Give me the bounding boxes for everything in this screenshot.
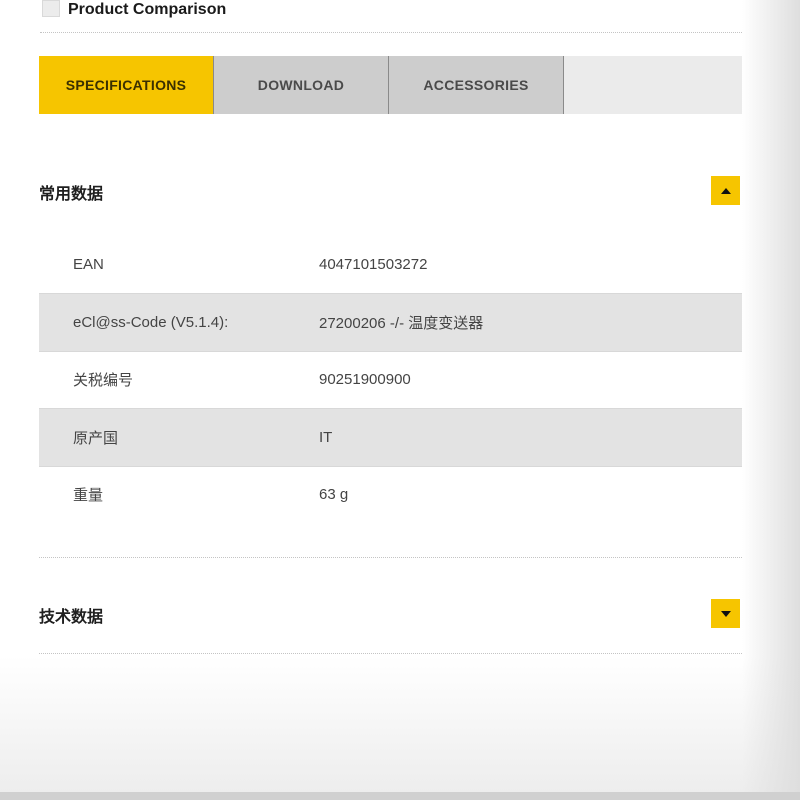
product-comparison-label[interactable]: Product Comparison [68,1,226,19]
tab-specifications[interactable]: SPECIFICATIONS [39,56,214,114]
page-bottom-bar [0,792,800,800]
spec-key: 原产国 [73,429,119,447]
section-title-general: 常用数据 [39,186,104,203]
spec-key: 关税编号 [73,372,134,390]
product-comparison-row: Product Comparison [40,0,742,33]
table-row: eCl@ss-Code (V5.1.4): 27200206 -/- 温度变送器 [39,293,742,351]
table-row: 原产国 IT [39,408,742,466]
spec-key: eCl@ss-Code (V5.1.4): [73,314,229,332]
spec-key: EAN [73,256,104,274]
collapse-general-button[interactable] [711,176,740,205]
spec-value: 90251900900 [319,371,411,389]
spec-value: IT [319,428,333,446]
table-row: EAN 4047101503272 [39,236,742,294]
triangle-down-icon [720,610,731,617]
spec-value: 27200206 -/- 温度变送器 [319,315,484,333]
table-row: 重量 63 g [39,465,742,523]
spec-value: 4047101503272 [319,256,428,274]
spec-table-general: EAN 4047101503272 eCl@ss-Code (V5.1.4): … [39,236,742,523]
spec-value: 63 g [319,486,349,504]
expand-technical-button[interactable] [711,599,740,628]
spec-key: 重量 [73,487,104,505]
triangle-up-icon [720,187,731,194]
table-row: 关税编号 90251900900 [39,350,742,409]
section-title-technical: 技术数据 [39,609,104,626]
section-divider [39,653,742,654]
tab-accessories[interactable]: ACCESSORIES [389,56,564,114]
product-comparison-checkbox[interactable] [42,0,60,17]
page-edge-shadow [742,0,800,800]
tab-download[interactable]: DOWNLOAD [214,56,389,114]
product-tabs: SPECIFICATIONS DOWNLOAD ACCESSORIES [39,56,742,114]
section-divider [39,557,742,558]
